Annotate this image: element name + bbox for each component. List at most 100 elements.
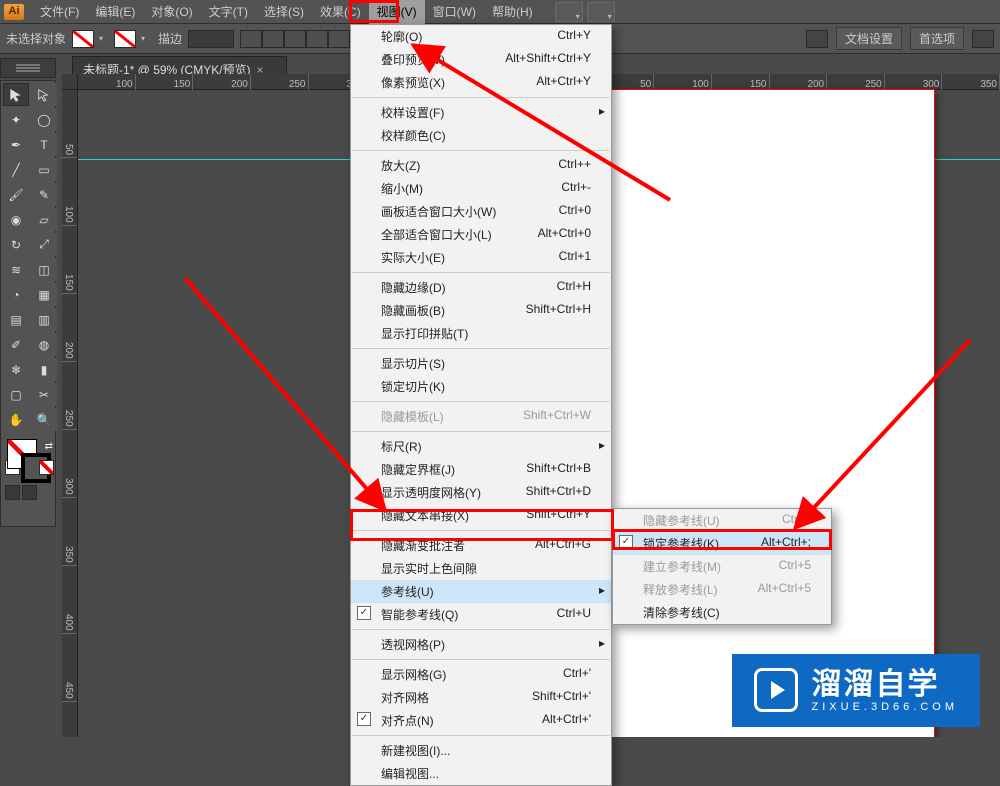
menu-item[interactable]: 透视网格(P)▸ <box>351 633 611 656</box>
pencil-tool[interactable]: ✎ <box>31 183 57 206</box>
slice-tool[interactable]: ✂ <box>31 383 57 406</box>
free-transform-tool[interactable]: ◫ <box>31 258 57 281</box>
stroke-swatch[interactable] <box>114 30 136 48</box>
menu-item[interactable]: 轮廓(O)Ctrl+Y <box>351 25 611 48</box>
menu-item[interactable]: 智能参考线(Q)Ctrl+U <box>351 603 611 626</box>
rotate-tool[interactable]: ↻ <box>3 233 29 256</box>
guides-submenu: 隐藏参考线(U)Ctrl+;锁定参考线(K)Alt+Ctrl+;建立参考线(M)… <box>612 508 832 625</box>
menu-edit[interactable]: 编辑(E) <box>87 0 143 24</box>
column-graph-tool[interactable]: ▮ <box>31 358 57 381</box>
menu-item-label: 隐藏渐变批注者 <box>381 537 465 554</box>
zoom-tool[interactable]: 🔍 <box>31 408 57 431</box>
artboard-tool[interactable]: ▢ <box>3 383 29 406</box>
menu-item-label: 画板适合窗口大小(W) <box>381 203 496 220</box>
menu-item-shortcut: Ctrl+Y <box>557 28 591 45</box>
width-tool[interactable]: ≋ <box>3 258 29 281</box>
selection-label: 未选择对象 <box>6 30 66 47</box>
stroke-weight-input[interactable] <box>188 30 234 48</box>
menu-item[interactable]: 显示网格(G)Ctrl+' <box>351 663 611 686</box>
blob-brush-tool[interactable]: ◉ <box>3 208 29 231</box>
pen-tool[interactable]: ✒ <box>3 133 29 156</box>
ruler-origin[interactable] <box>62 74 78 90</box>
menu-item[interactable]: 显示透明度网格(Y)Shift+Ctrl+D <box>351 481 611 504</box>
menu-item-label: 透视网格(P) <box>381 636 445 653</box>
prefs-button[interactable]: 首选项 <box>910 27 964 50</box>
align-well[interactable] <box>972 30 994 48</box>
scale-tool[interactable]: ⤢ <box>31 233 57 256</box>
menu-item[interactable]: 编辑视图... <box>351 762 611 785</box>
magic-wand-tool[interactable]: ✦ <box>3 108 29 131</box>
menu-item[interactable]: 叠印预览(V)Alt+Shift+Ctrl+Y <box>351 48 611 71</box>
menu-item-shortcut: Alt+Shift+Ctrl+Y <box>505 51 591 68</box>
menu-item[interactable]: 隐藏边缘(D)Ctrl+H <box>351 276 611 299</box>
menu-item[interactable]: 隐藏定界框(J) Shift+Ctrl+B <box>351 458 611 481</box>
stroke-style-segment[interactable] <box>240 30 350 48</box>
menu-item[interactable]: 实际大小(E)Ctrl+1 <box>351 246 611 269</box>
menu-item-shortcut: Ctrl+1 <box>559 249 591 266</box>
menu-window[interactable]: 窗口(W) <box>425 0 484 24</box>
menu-item[interactable]: 隐藏画板(B)Shift+Ctrl+H <box>351 299 611 322</box>
layout-toggle-icon[interactable] <box>555 2 583 22</box>
menu-select[interactable]: 选择(S) <box>256 0 312 24</box>
symbol-sprayer-tool[interactable]: ❄ <box>3 358 29 381</box>
line-tool[interactable]: ╱ <box>3 158 29 181</box>
menu-item[interactable]: 放大(Z)Ctrl++ <box>351 154 611 177</box>
menu-item[interactable]: 显示切片(S) <box>351 352 611 375</box>
menu-item[interactable]: 画板适合窗口大小(W)Ctrl+0 <box>351 200 611 223</box>
direct-selection-tool[interactable] <box>31 83 57 106</box>
menu-item-shortcut: Alt+Ctrl+Y <box>536 74 591 91</box>
menu-item[interactable]: 锁定参考线(K)Alt+Ctrl+; <box>613 532 831 555</box>
menu-item[interactable]: 清除参考线(C) <box>613 601 831 624</box>
menu-item-label: 隐藏定界框(J) <box>381 461 455 478</box>
workspace-switcher-icon[interactable] <box>587 2 615 22</box>
menu-item-label: 放大(Z) <box>381 157 420 174</box>
menu-type[interactable]: 文字(T) <box>201 0 256 24</box>
menu-item[interactable]: 缩小(M)Ctrl+- <box>351 177 611 200</box>
menu-item[interactable]: 标尺(R)▸ <box>351 435 611 458</box>
menu-help[interactable]: 帮助(H) <box>484 0 541 24</box>
menu-item[interactable]: 显示实时上色间隙 <box>351 557 611 580</box>
menu-item[interactable]: 新建视图(I)... <box>351 739 611 762</box>
eraser-tool[interactable]: ▱ <box>31 208 57 231</box>
lasso-tool[interactable]: ◯ <box>31 108 57 131</box>
menu-item-label: 新建视图(I)... <box>381 742 450 759</box>
mesh-tool[interactable]: ▤ <box>3 308 29 331</box>
menu-item[interactable]: 校样设置(F)▸ <box>351 101 611 124</box>
fill-swatch[interactable] <box>72 30 94 48</box>
opacity-well[interactable] <box>806 30 828 48</box>
menu-item[interactable]: 显示打印拼贴(T) <box>351 322 611 345</box>
perspective-grid-tool[interactable]: ▦ <box>31 283 57 306</box>
menu-item-shortcut: Shift+Ctrl+B <box>526 461 591 478</box>
selection-tool[interactable] <box>3 83 29 106</box>
shape-builder-tool[interactable]: ◔ <box>3 283 29 306</box>
vertical-ruler[interactable]: 50100150200250300350400450 <box>62 90 78 737</box>
submenu-arrow-icon: ▸ <box>599 438 605 452</box>
menu-item-shortcut: Ctrl+U <box>557 606 591 623</box>
gradient-tool[interactable]: ▥ <box>31 308 57 331</box>
swap-colors-icon[interactable]: ⇄ <box>45 441 53 452</box>
type-tool[interactable]: T <box>31 133 57 156</box>
watermark-text: 溜溜自学 <box>812 668 940 701</box>
menu-file[interactable]: 文件(F) <box>32 0 87 24</box>
eyedropper-tool[interactable]: ✐ <box>3 333 29 356</box>
menu-view[interactable]: 视图(V) <box>369 0 425 24</box>
menu-item[interactable]: 锁定切片(K) <box>351 375 611 398</box>
blend-tool[interactable]: ◍ <box>31 333 57 356</box>
paintbrush-tool[interactable]: 🖌 <box>3 183 29 206</box>
menu-item[interactable]: 隐藏文本串接(X)Shift+Ctrl+Y <box>351 504 611 527</box>
rectangle-tool[interactable]: ▭ <box>31 158 57 181</box>
app-logo: Ai <box>4 4 24 20</box>
menu-item[interactable]: 对齐点(N)Alt+Ctrl+' <box>351 709 611 732</box>
menu-item[interactable]: 对齐网格Shift+Ctrl+' <box>351 686 611 709</box>
menu-item[interactable]: 隐藏渐变批注者Alt+Ctrl+G <box>351 534 611 557</box>
menu-object[interactable]: 对象(O) <box>143 0 200 24</box>
menu-item[interactable]: 像素预览(X)Alt+Ctrl+Y <box>351 71 611 94</box>
menu-item[interactable]: 校样颜色(C) <box>351 124 611 147</box>
menu-effect[interactable]: 效果(C) <box>312 0 369 24</box>
menu-item[interactable]: 全部适合窗口大小(L)Alt+Ctrl+0 <box>351 223 611 246</box>
hand-tool[interactable]: ✋ <box>3 408 29 431</box>
menu-item[interactable]: 参考线(U)▸ <box>351 580 611 603</box>
doc-settings-button[interactable]: 文档设置 <box>836 27 902 50</box>
none-mode-icon[interactable] <box>39 460 54 475</box>
tool-dock-grip[interactable] <box>0 58 56 78</box>
